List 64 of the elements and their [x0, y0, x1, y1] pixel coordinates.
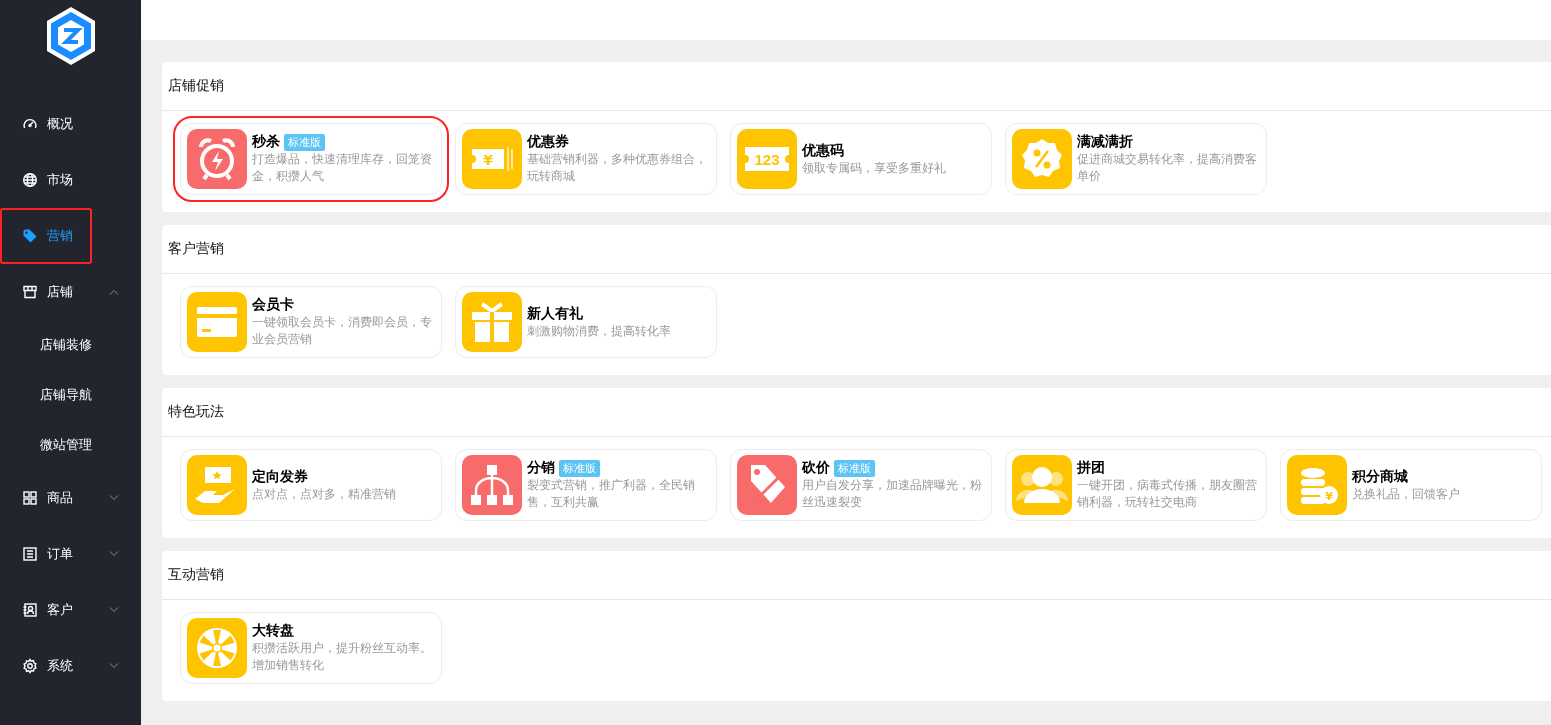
- nav-item[interactable]: 市场: [0, 152, 92, 208]
- card-title: 新人有礼: [527, 304, 583, 323]
- card-description: 点对点，点对多，精准营销: [252, 485, 396, 503]
- nav-item[interactable]: 商品: [0, 470, 141, 526]
- grid-icon: [22, 490, 38, 506]
- card-title: 优惠码: [802, 141, 844, 160]
- globe-icon: [22, 172, 38, 188]
- card-title: 会员卡: [252, 296, 294, 314]
- nav-item[interactable]: 客户: [0, 582, 141, 638]
- ticket-icon: ¥: [462, 129, 522, 189]
- nav-subitem[interactable]: 微站管理: [40, 436, 92, 454]
- feature-card[interactable]: 123 优惠码 领取专属码，享受多重好礼: [730, 123, 992, 195]
- hexagon-logo: [44, 6, 97, 66]
- feature-card[interactable]: 大转盘 积攒活跃用户，提升粉丝互动率。增加销售转化: [180, 612, 442, 684]
- card-description: 基础营销利器，多种优惠券组合，玩转商城: [527, 151, 708, 185]
- card-title: 满减满折: [1077, 133, 1133, 151]
- edition-badge: 标准版: [284, 133, 325, 151]
- card-title: 分销: [527, 459, 555, 477]
- edition-badge: 标准版: [834, 459, 875, 477]
- card-description: 裂变式营销，推广利器，全民销售，互利共赢: [527, 477, 696, 511]
- feature-card[interactable]: ¥ 优惠券 基础营销利器，多种优惠券组合，玩转商城: [455, 123, 717, 195]
- feature-card[interactable]: 会员卡 一键领取会员卡，消费即会员，专业会员营销: [180, 286, 442, 358]
- store-icon: [22, 284, 38, 300]
- card-description: 打造爆品，快速清理库存，回笼资金，积攒人气: [252, 151, 433, 185]
- coins-icon: ¥: [1287, 455, 1347, 515]
- edition-badge: 标准版: [559, 459, 600, 477]
- card-title: 大转盘: [252, 622, 294, 640]
- section-title: 特色玩法: [168, 403, 224, 421]
- number-ticket-icon: 123: [737, 129, 797, 189]
- card-description: 一键领取会员卡，消费即会员，专业会员营销: [252, 314, 433, 348]
- card-title: 定向发券: [252, 467, 308, 486]
- nav-item[interactable]: 订单: [0, 526, 141, 582]
- section-title: 客户营销: [168, 240, 224, 258]
- feature-card[interactable]: ¥ 积分商城 兑换礼品，回馈客户: [1280, 449, 1542, 521]
- card-title: 优惠券: [527, 133, 569, 151]
- card-description: 促进商城交易转化率，提高消费客单价: [1077, 151, 1258, 185]
- card-description: 一键开团，病毒式传播，朋友圈营销利器，玩转社交电商: [1077, 477, 1258, 511]
- card-description: 用户自发分享，加速品牌曝光，粉丝迅速裂变: [802, 477, 983, 511]
- card-title: 拼团: [1077, 459, 1105, 477]
- nav-item[interactable]: 营销: [0, 208, 92, 264]
- feature-card[interactable]: 砍价 标准版 用户自发分享，加速品牌曝光，粉丝迅速裂变: [730, 449, 992, 521]
- card-title: 秒杀: [252, 133, 280, 151]
- feature-card[interactable]: 满减满折 促进商城交易转化率，提高消费客单价: [1005, 123, 1267, 195]
- nav-subitem[interactable]: 店铺导航: [40, 386, 92, 404]
- nav-item[interactable]: 概况: [0, 96, 92, 152]
- nav-item[interactable]: 店铺: [0, 264, 141, 320]
- card-description: 积攒活跃用户，提升粉丝互动率。增加销售转化: [252, 640, 433, 674]
- section-title: 互动营销: [168, 566, 224, 584]
- list-icon: [22, 546, 38, 562]
- feature-card[interactable]: 拼团 一键开团，病毒式传播，朋友圈营销利器，玩转社交电商: [1005, 449, 1267, 521]
- card-description: 领取专属码，享受多重好礼: [802, 159, 946, 177]
- contact-icon: [22, 602, 38, 618]
- tag-icon: [22, 228, 38, 244]
- card-title: 砍价: [802, 459, 830, 477]
- nav-subitem[interactable]: 店铺装修: [40, 336, 92, 354]
- card-title: 积分商城: [1352, 467, 1408, 486]
- feature-card[interactable]: 新人有礼 刺激购物消费，提高转化率: [455, 286, 717, 358]
- card-description: 兑换礼品，回馈客户: [1352, 485, 1460, 503]
- feature-card[interactable]: 定向发券 点对点，点对多，精准营销: [180, 449, 442, 521]
- feature-card[interactable]: 分销 标准版 裂变式营销，推广利器，全民销售，互利共赢: [455, 449, 717, 521]
- gear-icon: [22, 658, 38, 674]
- nav-item[interactable]: 系统: [0, 638, 141, 694]
- card-description: 刺激购物消费，提高转化率: [527, 322, 671, 340]
- section-title: 店铺促销: [168, 77, 224, 95]
